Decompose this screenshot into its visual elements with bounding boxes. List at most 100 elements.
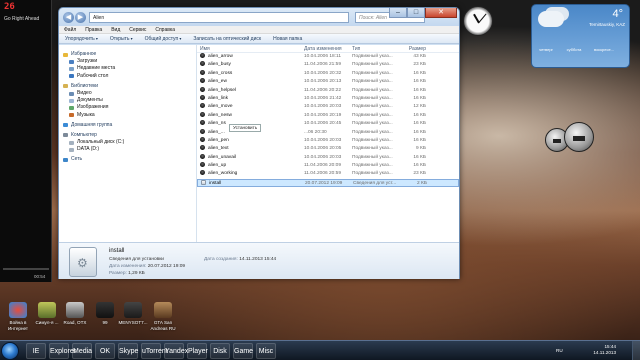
details-created: Дата создания: 14.11.2013 15:44 (204, 257, 276, 262)
column-type[interactable]: Тип (349, 45, 397, 52)
odnoklassniki-icon[interactable]: OK (95, 343, 115, 359)
file-row[interactable]: install 20.07.2012 19:09 Сведения для уст.… (197, 178, 459, 188)
file-row[interactable]: alien_arrow 10.04.2006 18:11 Подвижный ука… (197, 53, 459, 61)
nav-item[interactable]: Документы (59, 97, 196, 104)
menu-file[interactable]: Файл (64, 26, 76, 33)
disk-icon[interactable]: Disk (210, 343, 230, 359)
menu-tools[interactable]: Сервис (129, 26, 146, 33)
desktop-icon-label: 99 (102, 320, 108, 325)
file-size: 16 КБ (413, 137, 426, 143)
minimize-button[interactable]: – (389, 8, 407, 18)
column-name[interactable]: Имя (197, 45, 301, 52)
yandex-icon[interactable]: Yandex (164, 343, 188, 359)
open-button[interactable]: Открыть (110, 34, 133, 43)
column-date[interactable]: Дата изменения (301, 45, 349, 52)
animated-cursor-icon (200, 128, 205, 134)
nav-item-label: Музыка (77, 111, 95, 118)
nav-item[interactable]: Изображения (59, 104, 196, 111)
utorrent-icon[interactable]: uTorrent (141, 343, 168, 359)
nav-item[interactable]: Домашняя группа (59, 122, 196, 129)
weather-city: Temirtauskiy, KAZ (589, 22, 625, 27)
forecast-day: четверг (539, 47, 553, 52)
file-size: 16 КБ (413, 121, 426, 127)
player-time: 00:54 (34, 274, 46, 279)
forward-arrow-icon[interactable]: ▶ (75, 12, 86, 23)
menu-bar: Файл Правка Вид Сервис Справка (59, 26, 459, 34)
nav-item[interactable]: Локальный диск (C:) (59, 139, 196, 146)
file-date: 20.07.2012 19:09 (305, 180, 343, 186)
file-row[interactable]: alien_helpsel 11.04.2006 20:22 Подвижный у… (197, 86, 459, 95)
details-pane: install Сведения для установки Дата изме… (59, 242, 459, 279)
taskbar: IE Explorer Media OK Skype uTorrent Yand… (0, 340, 640, 360)
meter-dial (552, 138, 562, 143)
file-type: Подвижный указ... (352, 112, 393, 118)
details-size-label: Размер: (109, 271, 127, 276)
meter-gadget[interactable] (564, 122, 594, 152)
file-row[interactable]: alien_ew 10.04.2006 20:13 Подвижный указ..… (197, 78, 459, 86)
player-seek-bar[interactable] (3, 268, 49, 270)
nav-item[interactable]: Музыка (59, 112, 196, 119)
start-button[interactable] (1, 342, 19, 360)
file-row[interactable]: alien_pen 10.04.2006 20:03 Подвижный указ.… (197, 136, 459, 145)
app-icon (9, 302, 27, 318)
menu-edit[interactable]: Правка (85, 26, 102, 33)
meter-dial (573, 135, 585, 141)
new-folder-button[interactable]: Новая папка (273, 34, 302, 43)
game-icon[interactable]: Game (233, 343, 253, 359)
file-row[interactable]: alien_up 11.04.2006 20:09 Подвижный указ..… (197, 162, 459, 170)
address-bar[interactable]: Alien (89, 12, 349, 23)
nav-item[interactable]: Видео (59, 90, 196, 97)
file-row[interactable]: alien_move 10.04.2006 20:03 Подвижный указ… (197, 103, 459, 111)
file-row[interactable]: alien_nesw 10.04.2006 20:19 Подвижный указ… (197, 111, 459, 120)
file-type: Подвижный указ... (352, 129, 393, 135)
file-name: alien_busy (208, 62, 231, 68)
maximize-button[interactable]: □ (407, 8, 425, 18)
media-icon[interactable]: Media (72, 343, 92, 359)
file-name-cell: alien_link (197, 94, 301, 103)
file-name: alien_ns (208, 121, 226, 127)
language-indicator[interactable]: RU (556, 348, 563, 353)
nav-item-label: Рабочий стол (77, 72, 109, 79)
nav-item[interactable]: Библиотеки (59, 83, 196, 90)
show-desktop-button[interactable] (632, 341, 640, 360)
file-row[interactable]: alien_text 10.04.2006 20:05 Подвижный указ… (197, 145, 459, 153)
nav-item[interactable]: Сеть (59, 156, 196, 163)
nav-item[interactable]: Загрузки (59, 58, 196, 65)
file-row[interactable]: alien_cross 10.04.2006 20:32 Подвижный ука… (197, 69, 459, 78)
nav-item[interactable]: DATA (D:) (59, 146, 196, 153)
nav-item[interactable]: Недавние места (59, 65, 196, 72)
ie-icon[interactable]: IE (26, 343, 46, 359)
system-clock[interactable]: 15:44 14.11.2013 (593, 344, 616, 356)
close-button[interactable]: ✕ (425, 8, 457, 18)
skype-icon[interactable]: Skype (118, 343, 138, 359)
details-modified: Дата изменения: 20.07.2012 19:09 (109, 264, 185, 269)
weather-gadget[interactable]: 4° Temirtauskiy, KAZ четверг суббота вос… (531, 4, 630, 68)
file-row[interactable]: alien_busy 11.04.2006 21:59 Подвижный указ… (197, 61, 459, 69)
explorer-icon[interactable]: Explorer (49, 343, 76, 359)
file-row[interactable]: alien_unavail 10.04.2006 20:03 Подвижный у… (197, 153, 459, 162)
file-row[interactable]: alien_link 10.04.2006 21:42 Подвижный указ… (197, 94, 459, 103)
menu-view[interactable]: Вид (111, 26, 120, 33)
nav-item-label: Загрузки (77, 58, 98, 65)
desktop-icon[interactable]: MENYSOT7... (116, 302, 150, 326)
desktop-icon[interactable]: Road, OTX (58, 302, 92, 326)
share-button[interactable]: Общий доступ (145, 34, 182, 43)
nav-item[interactable]: Рабочий стол (59, 73, 196, 80)
file-name: alien_link (208, 95, 229, 101)
column-size[interactable]: Размер (397, 45, 429, 52)
animated-cursor-icon (200, 61, 205, 67)
nav-item[interactable]: Избранное (59, 51, 196, 58)
file-row[interactable]: alien_working 11.04.2006 20:59 Подвижный у… (197, 170, 459, 178)
burn-button[interactable]: Записать на оптический диск (193, 34, 261, 43)
misc-icon[interactable]: Misc (256, 343, 276, 359)
back-arrow-icon[interactable]: ◀ (63, 12, 74, 23)
clock-gadget[interactable] (463, 6, 493, 36)
file-name-cell: alien_cross (197, 69, 301, 78)
player-icon[interactable]: Player (187, 343, 208, 359)
menu-help[interactable]: Справка (155, 26, 175, 33)
animated-cursor-icon (200, 162, 205, 168)
organize-button[interactable]: Упорядочить (65, 34, 98, 43)
nav-item[interactable]: Компьютер (59, 132, 196, 139)
desktop-icon-label: Война в Интернет (7, 320, 29, 331)
desktop-icon[interactable]: GTA San Andreas RU (146, 302, 180, 331)
